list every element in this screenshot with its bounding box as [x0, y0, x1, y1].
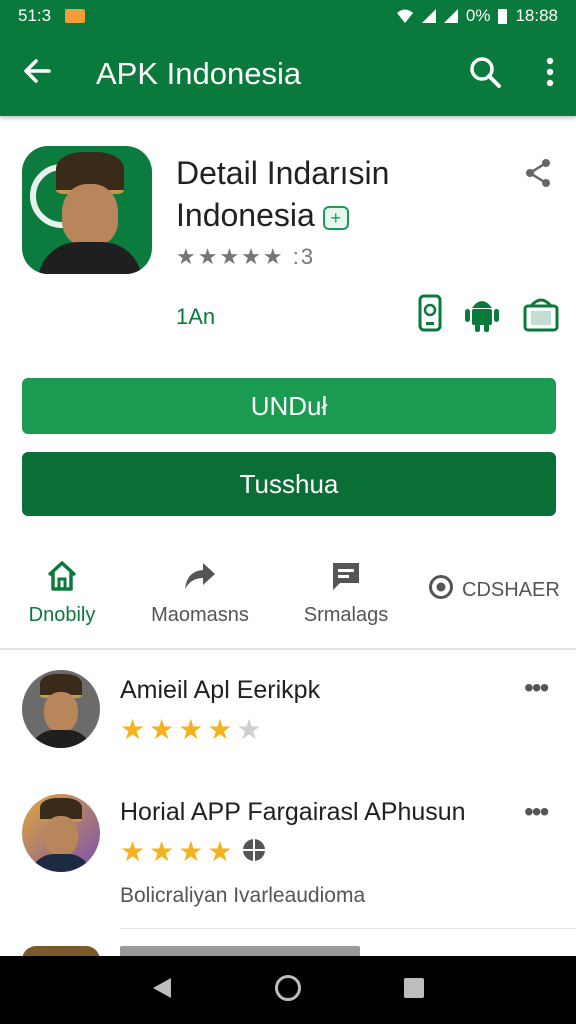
- star-icon: ★: [120, 836, 146, 867]
- avatar[interactable]: [22, 670, 100, 748]
- star-icon: ★: [149, 714, 175, 745]
- signal-icon-2: [443, 9, 458, 23]
- tablet-icon: [522, 294, 560, 337]
- tab-share-label: Maomasns: [151, 604, 249, 626]
- tab-home-label: Dnobily: [28, 604, 96, 626]
- app-title: Detail Indarısin Indonesia +: [176, 152, 496, 236]
- signal-icon: [421, 9, 436, 23]
- system-nav-bar: [0, 956, 576, 1024]
- review-stars: ★ ★ ★ ★: [120, 838, 266, 867]
- star-icon: ★: [207, 836, 233, 867]
- review-text: Bolicraliyan Ivarleaudioma: [120, 884, 366, 907]
- device-icons: [418, 294, 560, 337]
- app-header: Detail Indarısin Indonesia + ★★★★★ :3 1An: [0, 116, 576, 352]
- arrow-left-icon[interactable]: [22, 56, 62, 92]
- home-icon: [26, 556, 98, 596]
- share-arrow-icon: [148, 556, 252, 596]
- star-icon: ★: [178, 714, 204, 745]
- battery-icon: [498, 8, 508, 24]
- globe-icon: [242, 838, 266, 867]
- page-title: APK Indonesia: [96, 56, 302, 91]
- phone-icon: [418, 294, 442, 337]
- tab-bar: Dnobily Maomasns Srmalags CDSHAER: [0, 556, 576, 646]
- tab-messages[interactable]: Srmalags: [298, 556, 394, 627]
- star-icon: ★: [178, 836, 204, 867]
- avatar[interactable]: [22, 794, 100, 872]
- tab-radio-label: CDSHAER: [462, 578, 560, 601]
- app-rating: ★★★★★ :3: [176, 244, 316, 269]
- star-icon: ★: [207, 714, 233, 745]
- message-icon: [298, 556, 394, 596]
- battery-percent: 0%: [465, 6, 491, 25]
- share-icon[interactable]: [524, 158, 552, 193]
- nav-home-icon[interactable]: [274, 974, 302, 1007]
- tab-messages-label: Srmalags: [303, 604, 389, 626]
- status-bar: 51:3 0% 18:88: [0, 0, 576, 32]
- app-icon: [22, 146, 152, 274]
- star-icon: ★: [120, 714, 146, 745]
- review-stars: ★ ★ ★ ★ ★: [120, 716, 262, 744]
- install-button[interactable]: UNDuł: [22, 378, 556, 434]
- tab-home[interactable]: Dnobily: [26, 556, 98, 627]
- status-time: 51:3: [18, 6, 52, 25]
- tab-divider: [0, 648, 576, 650]
- app-title-line1: Detail Indarısin: [176, 155, 390, 191]
- wifi-icon: [396, 9, 413, 23]
- android-icon: [464, 294, 500, 337]
- review-divider: [120, 928, 576, 929]
- more-horiz-icon[interactable]: •••: [524, 672, 549, 704]
- radio-icon: [428, 574, 454, 606]
- app-title-line2: Indonesia: [176, 197, 315, 233]
- status-clock: 18:88: [515, 6, 558, 25]
- tab-radio[interactable]: CDSHAER: [428, 574, 560, 606]
- star-icon: ★: [149, 836, 175, 867]
- more-vert-icon[interactable]: [546, 57, 554, 92]
- nav-back-icon[interactable]: [151, 976, 173, 1005]
- notification-icon: [65, 9, 86, 23]
- tab-share[interactable]: Maomasns: [148, 556, 252, 627]
- star-empty-icon: ★: [236, 714, 262, 745]
- reviewer-name: Amieil Apl Eerikpk: [120, 676, 321, 704]
- secondary-button[interactable]: Tusshua: [22, 452, 556, 516]
- app-bar: APK Indonesia: [0, 32, 576, 116]
- app-size: 1An: [176, 304, 216, 329]
- reviewer-name: Horial APP Fargairasl APhusun: [120, 798, 466, 826]
- search-icon[interactable]: [468, 55, 502, 94]
- verified-badge-icon: +: [322, 205, 349, 230]
- more-horiz-icon[interactable]: •••: [524, 796, 549, 828]
- nav-recents-icon[interactable]: [403, 977, 425, 1004]
